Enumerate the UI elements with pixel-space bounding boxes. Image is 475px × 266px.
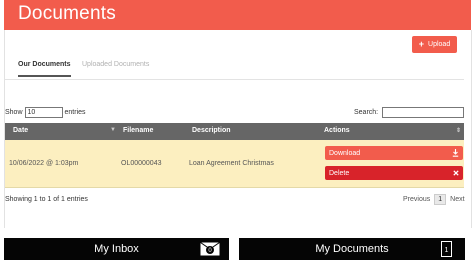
next-page-link[interactable]: Next [450,196,464,203]
entries-label: entries [64,109,86,116]
upload-label: Upload [428,41,451,48]
row-date: 10/06/2022 @ 1:03pm [9,160,79,167]
delete-button[interactable]: Delete [325,166,463,180]
page-header: Documents [4,0,471,30]
column-header-actions[interactable]: Actions [324,127,350,134]
show-entries-control: Show 10 entries [5,107,86,118]
column-header-filename[interactable]: Filename [123,127,153,134]
documents-count-badge: 1 [445,247,449,254]
my-inbox-button[interactable]: My Inbox 0 [4,238,229,260]
download-icon [452,149,459,157]
table-info: Showing 1 to 1 of 1 entries [5,196,88,203]
upload-button[interactable]: + Upload [412,36,457,53]
column-header-date[interactable]: Date [13,127,28,134]
search-label: Search: [354,109,379,116]
show-label: Show [5,109,23,116]
close-icon [453,170,459,176]
row-description: Loan Agreement Christmas [189,160,274,167]
sort-both-icon: ⇕ [456,128,462,134]
download-button[interactable]: Download [325,146,463,160]
row-filename: OL00000043 [121,160,162,167]
pagination: Previous 1 Next [403,194,465,205]
download-label: Download [329,149,361,157]
table-header: Date ▼ Filename Description Actions ⇕ [5,123,464,140]
my-inbox-label: My Inbox [94,243,139,255]
entries-per-page-select[interactable]: 10 [24,107,63,118]
my-documents-label: My Documents [315,243,389,255]
envelope-icon: 0 [200,242,220,256]
previous-page-link[interactable]: Previous [403,196,430,203]
tab-uploaded-documents[interactable]: Uploaded Documents [82,61,149,68]
page-title: Documents [18,3,116,24]
document-tabs: Our Documents Uploaded Documents [4,57,464,80]
delete-label: Delete [329,169,350,177]
table-search: Search: [354,107,465,118]
page-1-button[interactable]: 1 [434,194,447,205]
tab-our-documents[interactable]: Our Documents [18,61,71,77]
document-icon: 1 [441,241,452,257]
column-header-description[interactable]: Description [192,127,231,134]
search-input[interactable] [382,107,465,118]
table-row: 10/06/2022 @ 1:03pm OL00000043 Loan Agre… [5,140,464,188]
sort-desc-icon: ▼ [110,127,116,133]
my-documents-button[interactable]: My Documents 1 [239,238,465,260]
plus-icon: + [418,39,425,49]
